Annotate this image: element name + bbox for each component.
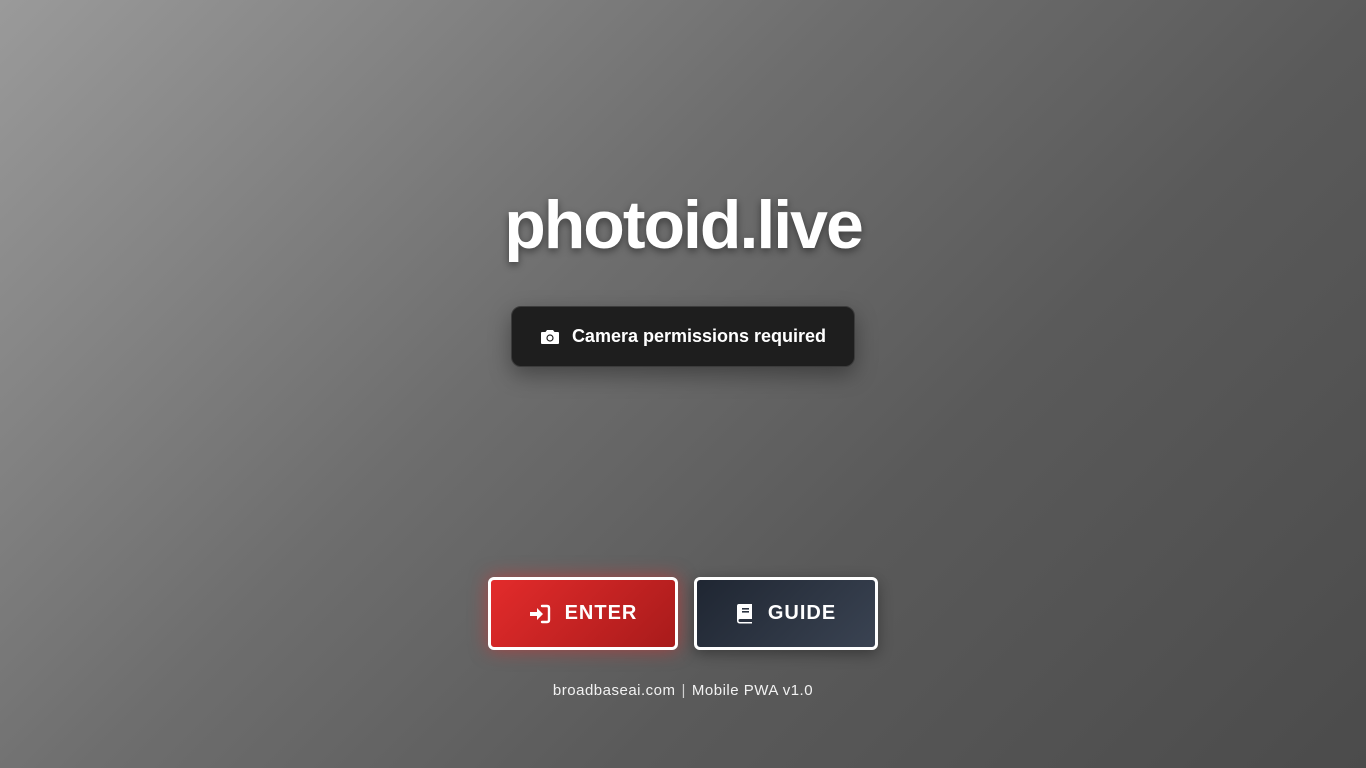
sign-in-icon	[529, 604, 551, 624]
camera-permission-banner: Camera permissions required	[511, 306, 855, 367]
action-buttons: ENTER GUIDE	[488, 577, 878, 650]
app-title: photoid.live	[504, 187, 864, 263]
guide-button-label: GUIDE	[767, 602, 837, 624]
footer-separator: |	[681, 682, 686, 699]
camera-permission-text: Camera permissions required	[571, 326, 827, 346]
guide-button[interactable]: GUIDE	[694, 577, 878, 650]
book-icon	[736, 603, 754, 624]
camera-icon	[540, 328, 560, 346]
footer-version: Mobile PWA v1.0	[691, 682, 814, 699]
footer: broadbaseai.com | Mobile PWA v1.0	[0, 682, 1366, 699]
enter-button-label: ENTER	[564, 602, 638, 624]
enter-button[interactable]: ENTER	[488, 577, 678, 650]
footer-site-link[interactable]: broadbaseai.com	[553, 682, 676, 699]
